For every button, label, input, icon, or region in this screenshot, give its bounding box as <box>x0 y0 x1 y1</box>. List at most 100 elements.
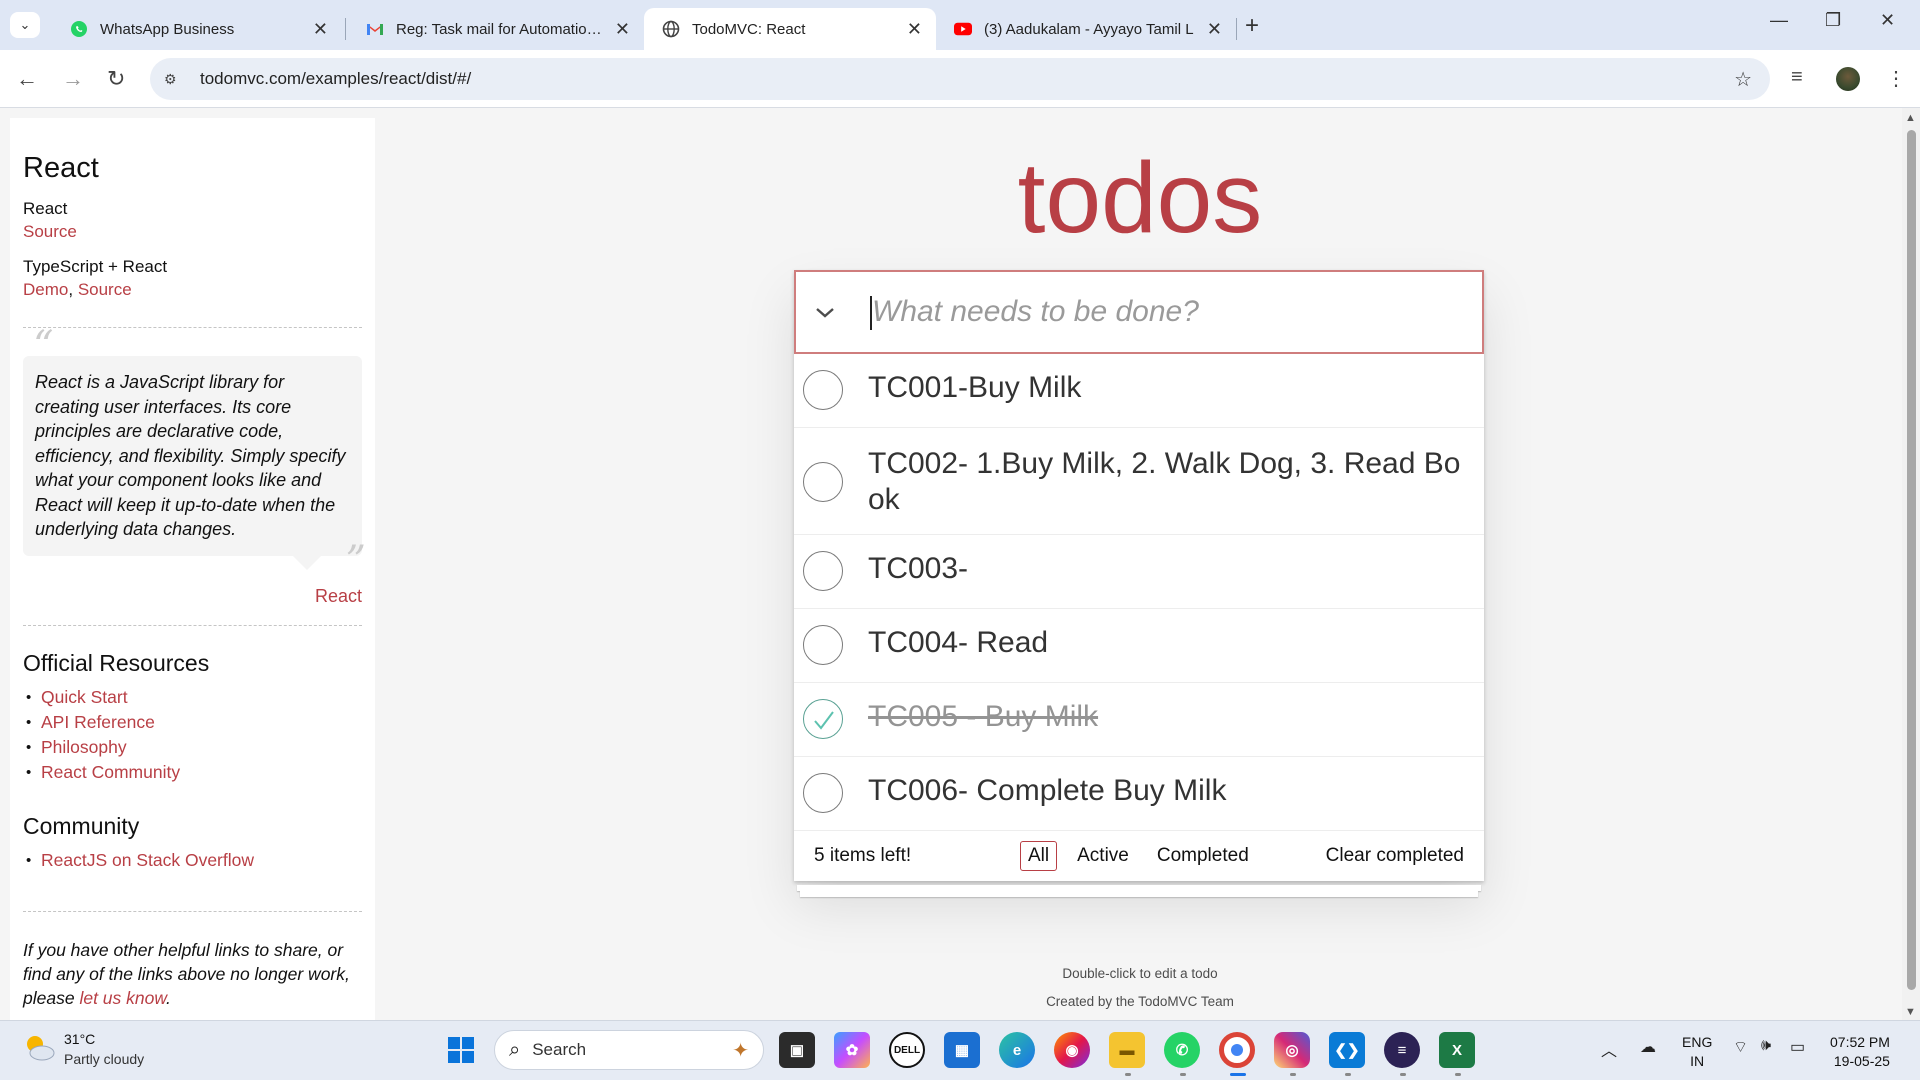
close-icon[interactable]: ✕ <box>313 19 328 40</box>
example-name: TypeScript + React <box>23 257 168 276</box>
filter-active[interactable]: Active <box>1069 841 1137 871</box>
todo-toggle-checkbox[interactable] <box>803 625 843 665</box>
windows-start-icon[interactable] <box>443 1032 479 1068</box>
new-todo-header <box>794 270 1484 354</box>
clock-date: 19-05-25 <box>1833 1053 1890 1069</box>
copilot-icon[interactable]: ✿ <box>834 1032 870 1068</box>
source-link[interactable]: Source <box>78 280 132 299</box>
tab-whatsapp[interactable]: WhatsApp Business ✕ <box>52 8 342 50</box>
running-indicator <box>1290 1073 1296 1076</box>
eclipse-icon[interactable]: ≡ <box>1384 1032 1420 1068</box>
todo-toggle-checkbox[interactable] <box>803 551 843 591</box>
close-icon[interactable]: ✕ <box>907 19 922 40</box>
todo-toggle-checkbox[interactable] <box>803 370 843 410</box>
url-text[interactable]: todomvc.com/examples/react/dist/#/ <box>200 69 471 89</box>
resource-link-philosophy[interactable]: Philosophy <box>23 735 362 760</box>
menu-kebab-icon[interactable]: ⋮ <box>1886 66 1906 91</box>
todo-label[interactable]: TC002- 1.Buy Milk, 2. Walk Dog, 3. Read … <box>868 428 1484 534</box>
todo-item: TC001-Buy Milk <box>794 354 1484 428</box>
filter-completed[interactable]: Completed <box>1149 841 1257 871</box>
todo-label[interactable]: TC004- Read <box>868 609 1484 675</box>
source-link[interactable]: Source <box>23 220 362 243</box>
reload-icon[interactable]: ↻ <box>107 66 125 92</box>
let-us-know-link[interactable]: let us know <box>79 988 166 1008</box>
vscode-icon[interactable]: ❮❯ <box>1329 1032 1365 1068</box>
resource-link-quick-start[interactable]: Quick Start <box>23 685 362 710</box>
weather-temperature[interactable]: 31°C <box>64 1031 95 1047</box>
new-tab-button[interactable]: + <box>1245 12 1259 40</box>
new-todo-input[interactable] <box>868 286 1468 338</box>
onedrive-cloud-icon[interactable]: ☁ <box>1640 1037 1656 1057</box>
edge-icon[interactable]: e <box>999 1032 1035 1068</box>
resource-link-api-reference[interactable]: API Reference <box>23 710 362 735</box>
todo-label[interactable]: TC001-Buy Milk <box>868 354 1484 420</box>
running-indicator <box>1455 1073 1461 1076</box>
tab-todomvc[interactable]: TodoMVC: React ✕ <box>644 8 936 50</box>
demo-link[interactable]: Demo <box>23 280 68 299</box>
instagram-icon[interactable]: ◎ <box>1274 1032 1310 1068</box>
tab-gmail[interactable]: Reg: Task mail for Automation T ✕ <box>348 8 644 50</box>
checkmark-icon <box>814 711 834 730</box>
wifi-icon[interactable]: ⌔ <box>1733 1037 1748 1057</box>
clear-completed-button[interactable]: Clear completed <box>1326 845 1464 867</box>
todo-toggle-checkbox[interactable] <box>803 773 843 813</box>
todo-toggle-checkbox[interactable] <box>803 699 843 739</box>
back-arrow-icon[interactable]: ← <box>16 66 38 92</box>
close-icon[interactable]: ✕ <box>615 19 630 40</box>
bookmark-star-icon[interactable]: ☆ <box>1734 67 1752 92</box>
todo-label[interactable]: TC006- Complete Buy Milk <box>868 757 1484 823</box>
tab-search-button[interactable]: ⌄ <box>10 12 40 38</box>
whatsapp-taskbar-icon[interactable]: ✆ <box>1164 1032 1200 1068</box>
todo-app: TC001-Buy Milk TC002- 1.Buy Milk, 2. Wal… <box>794 270 1484 881</box>
show-hidden-icons-chevron[interactable]: ︿ <box>1601 1037 1617 1061</box>
filter-all[interactable]: All <box>1020 841 1058 871</box>
tab-title: WhatsApp Business <box>100 20 235 38</box>
scrollbar-thumb[interactable] <box>1907 130 1916 990</box>
close-window-button[interactable]: ✕ <box>1880 10 1895 31</box>
close-quote-icon: ” <box>345 538 366 584</box>
partly-cloudy-icon[interactable] <box>22 1031 56 1063</box>
volume-icon[interactable]: 🕪 <box>1761 1037 1771 1055</box>
profile-avatar[interactable] <box>1836 67 1860 91</box>
tab-youtube[interactable]: (3) Aadukalam - Ayyayo Tamil L ✕ <box>936 8 1236 50</box>
system-clock[interactable]: 07:52 PM 19-05-25 <box>1830 1033 1890 1071</box>
community-link-stackoverflow[interactable]: ReactJS on Stack Overflow <box>23 848 362 873</box>
minimize-button[interactable]: — <box>1770 10 1788 31</box>
open-quote-icon: “ <box>33 323 54 369</box>
battery-icon[interactable]: ▭ <box>1790 1037 1805 1057</box>
close-icon[interactable]: ✕ <box>1207 19 1222 40</box>
stack-shadow <box>800 891 1478 897</box>
chrome-icon[interactable] <box>1219 1032 1255 1068</box>
quote-source-link[interactable]: React <box>23 586 362 607</box>
todo-toggle-checkbox[interactable] <box>803 462 843 502</box>
firefox-icon[interactable]: ◉ <box>1054 1032 1090 1068</box>
task-view-icon[interactable]: ▣ <box>779 1032 815 1068</box>
scroll-up-icon[interactable]: ▲ <box>1905 112 1916 124</box>
page-scrollbar[interactable]: ▲ ▼ <box>1902 108 1920 1020</box>
whatsapp-icon <box>70 20 88 38</box>
media-controls-icon[interactable]: ≡ <box>1791 66 1803 89</box>
site-info-icon[interactable]: ⚙ <box>164 71 184 88</box>
divider <box>23 327 362 328</box>
edit-hint: Double-click to edit a todo <box>1062 966 1218 981</box>
toggle-all-chevron-icon[interactable] <box>810 298 840 328</box>
language-code: ENG <box>1682 1034 1713 1050</box>
taskbar-search[interactable]: ⌕ Search ✦ <box>494 1030 764 1070</box>
microsoft-store-icon[interactable]: ▦ <box>944 1032 980 1068</box>
file-explorer-icon[interactable]: ▬ <box>1109 1032 1145 1068</box>
dell-icon[interactable]: DELL <box>889 1032 925 1068</box>
search-label: Search <box>532 1040 587 1059</box>
scroll-down-icon[interactable]: ▼ <box>1905 1006 1916 1018</box>
resource-link-react-community[interactable]: React Community <box>23 760 362 785</box>
excel-icon[interactable]: X <box>1439 1032 1475 1068</box>
weather-description[interactable]: Partly cloudy <box>64 1051 144 1067</box>
restore-button[interactable]: ❐ <box>1825 10 1841 31</box>
forward-arrow-icon[interactable]: → <box>62 66 84 92</box>
windows-taskbar: 31°C Partly cloudy ⌕ Search ✦ ▣ ✿ DELL ▦… <box>0 1020 1920 1080</box>
todo-label[interactable]: TC005 - Buy Milk <box>868 683 1484 749</box>
todo-label[interactable]: TC003- <box>868 535 1484 601</box>
tab-divider <box>345 18 346 40</box>
address-bar[interactable]: ⚙ todomvc.com/examples/react/dist/#/ ☆ <box>150 58 1770 100</box>
language-indicator[interactable]: ENG IN <box>1682 1033 1712 1071</box>
tab-divider <box>1236 18 1237 40</box>
